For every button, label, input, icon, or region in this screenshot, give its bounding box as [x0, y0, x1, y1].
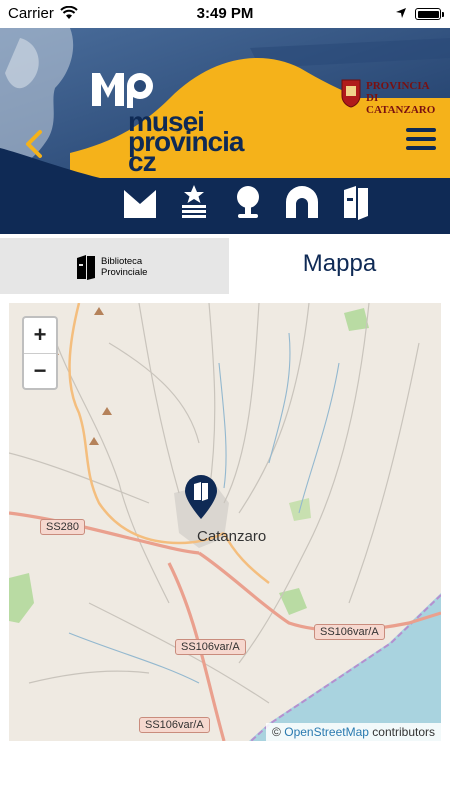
app-header: musei provincia cz PROVINCIA DI CATANZAR…: [0, 28, 450, 178]
city-label: Catanzaro: [197, 528, 267, 545]
zoom-control: + −: [22, 316, 58, 390]
library-label: Biblioteca: [101, 256, 143, 267]
library-map-marker[interactable]: [183, 475, 219, 521]
tab-mappa-label: Mappa: [302, 250, 377, 277]
copyright-symbol: ©: [272, 725, 281, 739]
attribution-suffix: contributors: [372, 725, 435, 739]
road-label: SS106var/A: [139, 717, 210, 733]
map-attribution: © OpenStreetMap contributors: [266, 723, 441, 741]
battery-icon: [415, 8, 444, 20]
location-arrow-icon: [395, 6, 407, 23]
library-book-icon[interactable]: [338, 184, 374, 220]
book-icon: [77, 255, 95, 280]
road-label: SS106var/A: [314, 624, 385, 640]
clock: 3:49 PM: [196, 5, 254, 22]
hamburger-icon: [406, 146, 436, 150]
hamburger-icon: [406, 137, 436, 141]
menu-button[interactable]: [406, 128, 436, 154]
road-label: SS106var/A: [175, 639, 246, 655]
provincia-label: CATANZARO: [366, 104, 436, 116]
zoom-out-button[interactable]: −: [24, 354, 56, 389]
hamburger-icon: [406, 128, 436, 132]
museum-icon[interactable]: [122, 184, 158, 220]
tab-mappa[interactable]: Mappa: [229, 238, 450, 294]
back-button[interactable]: [20, 126, 50, 162]
arch-icon[interactable]: [284, 184, 320, 220]
status-bar: Carrier 3:49 PM: [0, 0, 450, 28]
category-nav: [0, 178, 450, 234]
coat-of-arms-icon: [341, 79, 361, 108]
zoom-in-button[interactable]: +: [24, 318, 56, 354]
star-stack-icon[interactable]: [176, 184, 212, 220]
provincia-logo: PROVINCIA DI CATANZARO: [340, 78, 440, 116]
library-label: Provinciale: [101, 267, 148, 278]
tree-icon[interactable]: [230, 184, 266, 220]
road-label: SS280: [40, 519, 86, 535]
provincia-label: PROVINCIA DI: [366, 80, 429, 104]
map-view[interactable]: + − Catanzaro SS280 SS106var/A SS106var/…: [9, 303, 441, 741]
chevron-left-icon: [26, 130, 42, 158]
openstreetmap-link[interactable]: OpenStreetMap: [284, 725, 369, 739]
tab-biblioteca-provinciale[interactable]: Biblioteca Provinciale: [0, 238, 229, 294]
section-tabs: Biblioteca Provinciale Mappa: [0, 238, 450, 294]
brand-wordmark: musei provincia cz: [128, 108, 244, 176]
map-pin-icon: [185, 475, 217, 519]
